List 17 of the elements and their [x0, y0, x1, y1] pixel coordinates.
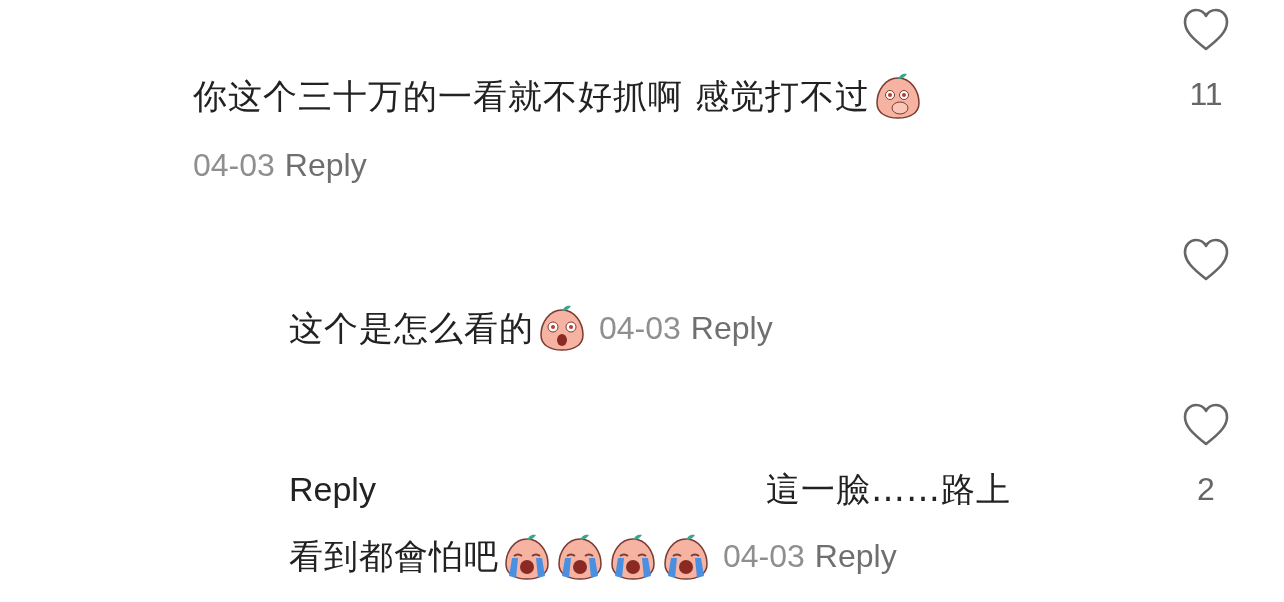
comment-text: 這一臉……路上	[765, 468, 1011, 511]
reply-link[interactable]: Reply	[814, 538, 897, 574]
comment-text: 这个是怎么看的	[289, 307, 534, 350]
comment-text: 你这个三十万的一看就不好抓啊 感觉打不过	[193, 75, 870, 118]
like-count: 2	[1197, 470, 1215, 509]
comment-date: 04-03	[723, 538, 805, 574]
like-count: 11	[1189, 75, 1223, 114]
shocked-face-icon	[537, 303, 587, 353]
reply-link[interactable]: Reply	[289, 456, 376, 523]
heart-icon[interactable]	[1182, 403, 1230, 447]
heart-icon[interactable]	[1182, 8, 1230, 52]
comment-date: 04-03	[193, 147, 275, 183]
heart-icon[interactable]	[1182, 238, 1230, 282]
reply-link[interactable]: Reply	[284, 147, 367, 183]
reply-link[interactable]: Reply	[690, 310, 773, 346]
comment-text: 看到都會怕吧	[289, 535, 499, 578]
comment-date: 04-03	[599, 310, 681, 346]
